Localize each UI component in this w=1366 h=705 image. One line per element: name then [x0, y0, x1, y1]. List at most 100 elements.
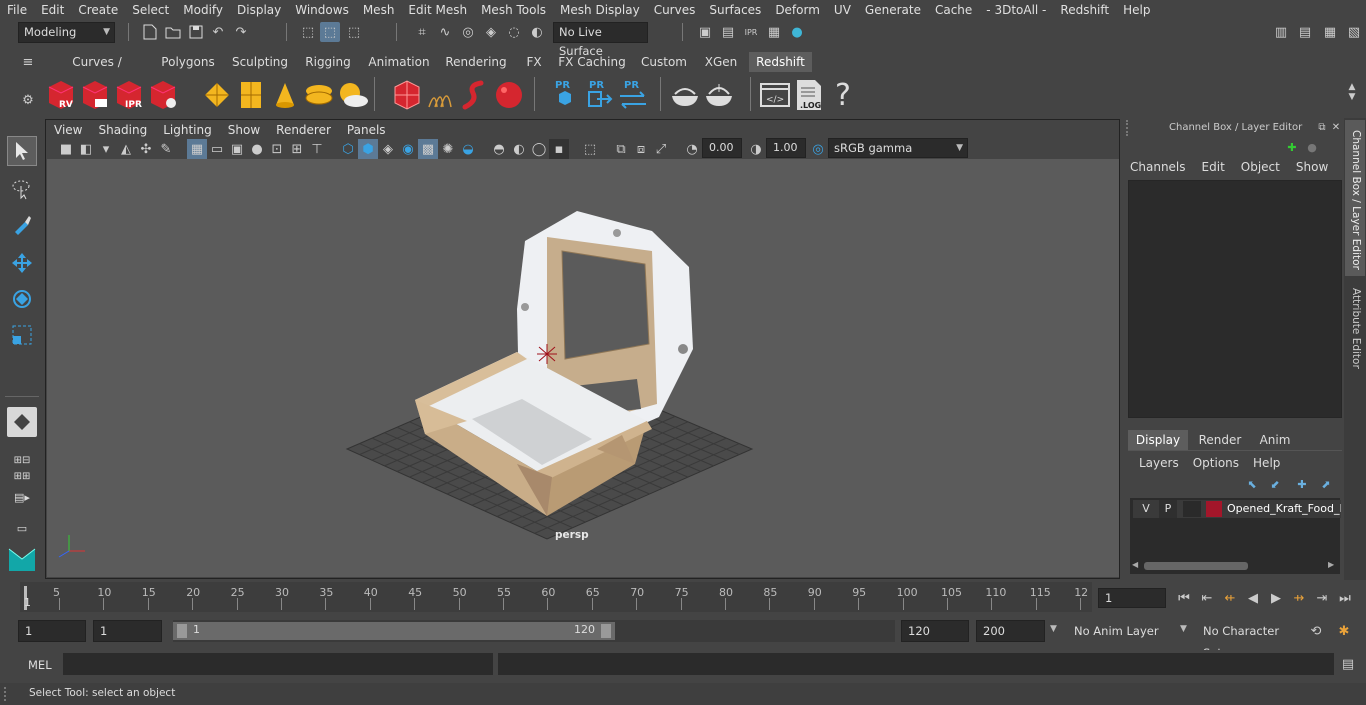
edit-menu[interactable]: Edit	[1202, 160, 1225, 174]
two-d-pan-icon[interactable]: ✣	[136, 139, 156, 159]
viewport-menu-lighting[interactable]: Lighting	[155, 123, 220, 137]
gamma-icon[interactable]: ◑	[746, 139, 766, 159]
textured-icon[interactable]: ▩	[418, 139, 438, 159]
go-to-end-icon[interactable]: ⏭	[1335, 588, 1355, 608]
bake-pie-alt-icon[interactable]	[702, 77, 736, 113]
menu-3dtoall[interactable]: - 3DtoAll -	[979, 3, 1053, 17]
channels-menu[interactable]: Channels	[1130, 160, 1186, 174]
camera-attributes-icon[interactable]: ◧	[76, 139, 96, 159]
range-start-grip[interactable]	[177, 624, 187, 638]
depth-of-field-icon[interactable]: ▪	[549, 139, 569, 159]
move-layer-down-icon[interactable]: ⬋	[1265, 474, 1285, 494]
time-slider-track[interactable]: 5 10 15 20 25 30 35 40 45 50 55 60 65 70 75 80 85 90 95 100…	[20, 582, 1092, 612]
range-end-grip[interactable]	[601, 624, 611, 638]
shelf-tab-animation[interactable]: Animation	[364, 52, 434, 72]
shelf-tab-xgen[interactable]: XGen	[700, 52, 742, 72]
layer-scrollbar[interactable]: ◀ ▶	[1130, 560, 1340, 572]
layer-help-menu[interactable]: Help	[1253, 456, 1280, 470]
shelf-tab-sculpting[interactable]: Sculpting	[227, 52, 293, 72]
redshift-volume-icon[interactable]	[458, 77, 492, 113]
chevron-down-icon[interactable]: ▼	[1050, 624, 1057, 634]
layer-tab-anim[interactable]: Anim	[1250, 430, 1300, 450]
redshift-spot-light-icon[interactable]	[268, 77, 302, 113]
isolate-select-icon[interactable]: ⬚	[580, 139, 600, 159]
layer-name[interactable]: Opened_Kraft_Food_B	[1227, 500, 1341, 518]
xray-components-icon[interactable]: ⤢	[651, 139, 671, 159]
render-view-icon[interactable]: ▣	[695, 22, 715, 42]
mode-selector[interactable]: Modeling ▼	[18, 22, 115, 43]
menu-edit-mesh[interactable]: Edit Mesh	[401, 3, 474, 17]
color-management-icon[interactable]: ◎	[808, 139, 828, 159]
step-forward-key-icon[interactable]: ⇥	[1312, 588, 1332, 608]
shelf-tab-curves-surfaces[interactable]: Curves / Surfaces	[46, 52, 148, 89]
snap-curve-icon[interactable]: ∿	[435, 22, 455, 42]
image-plane-icon[interactable]: ◭	[116, 139, 136, 159]
layer-tab-display[interactable]: Display	[1128, 430, 1188, 450]
attribute-editor-toggle-icon[interactable]: ▦	[1320, 22, 1340, 42]
camera-select-icon[interactable]: ■	[56, 139, 76, 159]
grid-icon[interactable]: ▦	[187, 139, 207, 159]
redshift-sphere-icon[interactable]	[492, 77, 526, 113]
wireframe-on-shaded-icon[interactable]: ◈	[378, 139, 398, 159]
redshift-sun-sky-icon[interactable]	[336, 77, 370, 113]
menu-windows[interactable]: Windows	[288, 3, 356, 17]
redshift-render-settings-icon[interactable]	[146, 77, 180, 113]
redshift-portal-light-icon[interactable]	[234, 77, 268, 113]
manipulator-icon[interactable]: ✚	[1282, 137, 1302, 157]
menu-deform[interactable]: Deform	[768, 3, 827, 17]
xray-icon[interactable]: ⧉	[611, 139, 631, 159]
menu-mesh-display[interactable]: Mesh Display	[553, 3, 647, 17]
show-menu[interactable]: Show	[1296, 160, 1328, 174]
shelf-settings-icon[interactable]: ⚙	[18, 90, 38, 110]
menu-mesh[interactable]: Mesh	[356, 3, 402, 17]
redshift-dome-light-icon[interactable]	[302, 77, 336, 113]
3d-viewport[interactable]: persp	[47, 159, 1119, 577]
chevron-down-icon[interactable]: ▼	[1180, 624, 1187, 634]
save-scene-icon[interactable]	[186, 22, 206, 42]
layer-type-toggle[interactable]	[1183, 501, 1201, 517]
shelf-tab-redshift[interactable]: Redshift	[749, 52, 812, 72]
anim-layer-dropdown[interactable]: No Anim Layer	[1068, 620, 1178, 642]
menu-help[interactable]: Help	[1116, 3, 1157, 17]
animation-prefs-icon[interactable]: ✱	[1334, 621, 1354, 641]
snap-view-icon[interactable]: ◈	[481, 22, 501, 42]
move-tool-icon[interactable]	[7, 248, 37, 278]
shelf-tab-rigging[interactable]: Rigging	[298, 52, 358, 72]
open-scene-icon[interactable]	[163, 22, 183, 42]
scroll-left-icon[interactable]: ◀	[1132, 560, 1138, 569]
layout-outliner-icon[interactable]: ▤▸	[7, 482, 37, 512]
snap-point-icon[interactable]: ◎	[458, 22, 478, 42]
menu-surfaces[interactable]: Surfaces	[702, 3, 768, 17]
smooth-shade-icon[interactable]: ⬢	[358, 139, 378, 159]
character-set-dropdown[interactable]: No Character Set	[1197, 620, 1299, 660]
layer-tab-render[interactable]: Render	[1192, 430, 1248, 450]
command-input[interactable]	[63, 653, 493, 675]
help-icon[interactable]: ?	[826, 77, 860, 113]
bake-pie-icon[interactable]	[668, 77, 702, 113]
viewport-menu-panels[interactable]: Panels	[339, 123, 394, 137]
field-chart-icon[interactable]: ⊡	[267, 139, 287, 159]
make-live-icon[interactable]: ◐	[527, 22, 547, 42]
layout-toggle-icon[interactable]: ▭	[7, 513, 37, 543]
viewport-menu-renderer[interactable]: Renderer	[268, 123, 339, 137]
pr-export-icon[interactable]: PR	[582, 77, 616, 113]
snap-grid-icon[interactable]: ⌗	[412, 22, 432, 42]
menu-mesh-tools[interactable]: Mesh Tools	[474, 3, 553, 17]
time-slider[interactable]: 5 10 15 20 25 30 35 40 45 50 55 60 65 70 75 80 85 90 95 100…	[0, 580, 1366, 616]
menu-display[interactable]: Display	[230, 3, 288, 17]
playback-end-field[interactable]: 120	[901, 620, 969, 642]
menu-curves[interactable]: Curves	[647, 3, 703, 17]
live-surface-field[interactable]: No Live Surface	[553, 22, 648, 58]
menu-modify[interactable]: Modify	[176, 3, 230, 17]
shadows-icon[interactable]: ◒	[458, 139, 478, 159]
snap-surface-icon[interactable]: ◌	[504, 22, 524, 42]
script-editor-icon[interactable]: </>	[758, 77, 792, 113]
ipr-render-icon[interactable]: IPR	[741, 22, 761, 42]
options-menu[interactable]: Options	[1193, 456, 1239, 470]
color-space-dropdown[interactable]: sRGB gamma ▼	[828, 138, 968, 158]
menu-create[interactable]: Create	[71, 3, 125, 17]
ambient-occlusion-icon[interactable]: ◓	[489, 139, 509, 159]
side-tab-channel-box[interactable]: Channel Box / Layer Editor	[1345, 120, 1365, 276]
scroll-right-icon[interactable]: ▶	[1328, 560, 1334, 569]
step-back-key-icon[interactable]: ⇤	[1197, 588, 1217, 608]
